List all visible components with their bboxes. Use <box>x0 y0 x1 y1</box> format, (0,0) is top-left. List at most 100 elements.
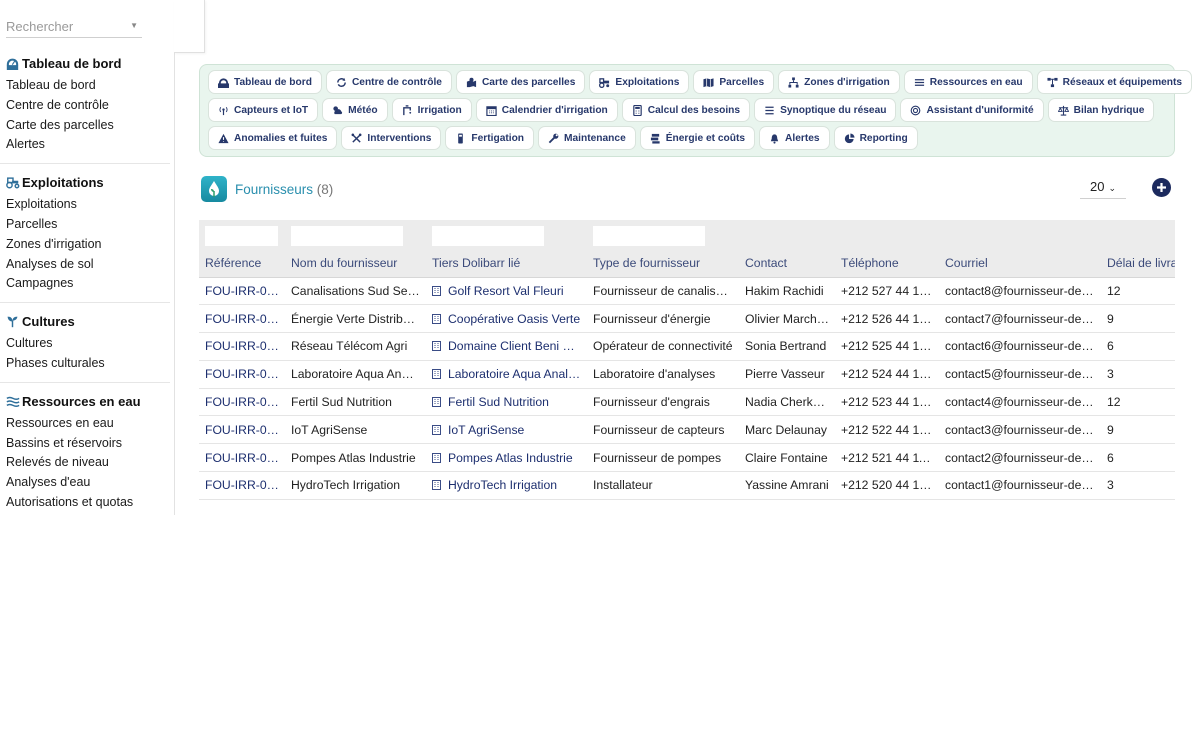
search-box[interactable]: ▼ <box>6 16 142 38</box>
nav-chip-meteo[interactable]: Météo <box>322 98 388 122</box>
tiers-link[interactable]: IoT AgriSense <box>448 423 524 437</box>
cell-tiers[interactable]: Domaine Client Beni Mellal <box>426 332 587 361</box>
column-header-courriel[interactable]: Courriel <box>939 249 1101 278</box>
nav-chip-synoptique-reseau[interactable]: Synoptique du réseau <box>754 98 897 122</box>
sidebar-section-header[interactable]: Tableau de bord <box>6 54 164 73</box>
cell-reference[interactable]: FOU-IRR-0008 <box>199 277 285 306</box>
table-row[interactable]: FOU-IRR-0007 Énergie Verte Distribution Co… <box>199 304 1175 334</box>
nav-chip-centre-de-controle[interactable]: Centre de contrôle <box>325 70 452 94</box>
cell-reference[interactable]: FOU-IRR-0006 <box>199 332 285 361</box>
nav-chip-alertes[interactable]: Alertes <box>759 126 830 150</box>
tiers-link[interactable]: Coopérative Oasis Verte <box>448 312 580 326</box>
nav-chip-maintenance[interactable]: Maintenance <box>538 126 636 150</box>
sidebar-item-carte-des-parcelles[interactable]: Carte des parcelles <box>6 116 164 136</box>
table-row[interactable]: FOU-IRR-0003 IoT AgriSense IoT AgriSense Fo… <box>199 415 1175 445</box>
nav-chip-label: Bilan hydrique <box>1073 104 1145 116</box>
search-input[interactable] <box>6 16 126 36</box>
nav-chip-irrigation[interactable]: Irrigation <box>391 98 472 122</box>
nav-chip-exploitations[interactable]: Exploitations <box>589 70 690 94</box>
broadcast-icon <box>218 105 229 116</box>
nav-chip-reseaux-equipements[interactable]: Réseaux et équipements <box>1036 70 1193 94</box>
table-row[interactable]: FOU-IRR-0001 HydroTech Irrigation HydroTec… <box>199 471 1175 500</box>
sidebar-section-header[interactable]: Exploitations <box>6 173 164 192</box>
cell-telephone: +212 525 44 15 35 <box>835 332 939 361</box>
column-header-delai[interactable]: Délai de livra... <box>1101 249 1175 278</box>
sidebar-item-bassins-reservoirs[interactable]: Bassins et réservoirs <box>6 434 164 454</box>
sidebar-section-header[interactable]: Ressources en eau <box>6 392 164 411</box>
sidebar-item-cultures[interactable]: Cultures <box>6 334 164 354</box>
filter-nom-input[interactable] <box>291 226 403 246</box>
cell-tiers[interactable]: Golf Resort Val Fleuri <box>426 277 587 306</box>
cell-tiers[interactable]: Pompes Atlas Industrie <box>426 443 587 473</box>
cell-reference[interactable]: FOU-IRR-0004 <box>199 388 285 417</box>
cell-tiers[interactable]: IoT AgriSense <box>426 415 587 445</box>
tiers-link[interactable]: HydroTech Irrigation <box>448 478 557 492</box>
sidebar-item-phases-culturales[interactable]: Phases culturales <box>6 354 164 374</box>
cell-reference[interactable]: FOU-IRR-0007 <box>199 304 285 334</box>
column-header-reference[interactable]: Référence <box>199 249 285 278</box>
table-row[interactable]: FOU-IRR-0005 Laboratoire Aqua Analyse Labo… <box>199 360 1175 389</box>
suppliers-table: Référence Nom du fournisseur Tiers Dolib… <box>199 220 1175 500</box>
tiers-link[interactable]: Pompes Atlas Industrie <box>448 451 573 465</box>
nav-chip-capteurs-iot[interactable]: Capteurs et IoT <box>208 98 319 122</box>
table-row[interactable]: FOU-IRR-0002 Pompes Atlas Industrie Pompes… <box>199 443 1175 473</box>
column-header-telephone[interactable]: Téléphone <box>835 249 939 278</box>
filter-reference-input[interactable] <box>205 226 278 246</box>
table-row[interactable]: FOU-IRR-0008 Canalisations Sud Service Gol… <box>199 277 1175 306</box>
table-row[interactable]: FOU-IRR-0004 Fertil Sud Nutrition Fertil S… <box>199 388 1175 417</box>
sidebar-item-exploitations[interactable]: Exploitations <box>6 195 164 215</box>
cell-reference[interactable]: FOU-IRR-0005 <box>199 360 285 389</box>
cell-telephone: +212 523 44 13 33 <box>835 388 939 417</box>
sidebar-item-autorisations-quotas[interactable]: Autorisations et quotas <box>6 493 164 513</box>
sidebar-item-analyses-de-sol[interactable]: Analyses de sol <box>6 255 164 275</box>
sidebar-item-centre-de-controle[interactable]: Centre de contrôle <box>6 96 164 116</box>
tiers-link[interactable]: Laboratoire Aqua Analyse <box>448 367 587 381</box>
nav-chip-assistant-uniformite[interactable]: Assistant d'uniformité <box>900 98 1044 122</box>
building-icon <box>432 313 441 324</box>
column-header-tiers[interactable]: Tiers Dolibarr lié <box>426 249 587 278</box>
cell-reference[interactable]: FOU-IRR-0001 <box>199 471 285 500</box>
sidebar-item-parcelles[interactable]: Parcelles <box>6 215 164 235</box>
cell-tiers[interactable]: Laboratoire Aqua Analyse <box>426 360 587 389</box>
cell-courriel: contact4@fournisseur-demo... <box>939 388 1101 417</box>
sidebar-item-analyses-eau[interactable]: Analyses d'eau <box>6 473 164 493</box>
sidebar-item-alertes[interactable]: Alertes <box>6 135 164 155</box>
cell-reference[interactable]: FOU-IRR-0002 <box>199 443 285 473</box>
cell-tiers[interactable]: Fertil Sud Nutrition <box>426 388 587 417</box>
column-header-type[interactable]: Type de fournisseur <box>587 249 739 278</box>
cell-nom: IoT AgriSense <box>285 415 426 445</box>
sidebar-item-ressources-en-eau[interactable]: Ressources en eau <box>6 414 164 434</box>
nav-chip-zones-irrigation[interactable]: Zones d'irrigation <box>778 70 900 94</box>
nav-chip-energie-couts[interactable]: Énergie et coûts <box>639 126 756 150</box>
tiers-link[interactable]: Golf Resort Val Fleuri <box>448 284 564 298</box>
tiers-link[interactable]: Fertil Sud Nutrition <box>448 395 549 409</box>
nav-chip-ressources-en-eau[interactable]: Ressources en eau <box>903 70 1033 94</box>
nav-chip-interventions[interactable]: Interventions <box>341 126 442 150</box>
sidebar-item-tableau-de-bord[interactable]: Tableau de bord <box>6 76 164 96</box>
cell-reference[interactable]: FOU-IRR-0003 <box>199 415 285 445</box>
chevron-down-icon[interactable]: ▼ <box>130 21 138 30</box>
filter-tiers-input[interactable] <box>432 226 544 246</box>
nav-chip-carte-des-parcelles[interactable]: Carte des parcelles <box>455 70 586 94</box>
cell-tiers[interactable]: Coopérative Oasis Verte <box>426 304 587 334</box>
nav-chip-fertigation[interactable]: Fertigation <box>445 126 535 150</box>
nav-chip-bilan-hydrique[interactable]: Bilan hydrique <box>1047 98 1155 122</box>
column-header-contact[interactable]: Contact <box>739 249 835 278</box>
filter-type-input[interactable] <box>593 226 705 246</box>
nav-chip-anomalies-fuites[interactable]: Anomalies et fuites <box>208 126 338 150</box>
nav-chip-parcelles[interactable]: Parcelles <box>693 70 775 94</box>
nav-chip-reporting[interactable]: Reporting <box>833 126 918 150</box>
sidebar-item-campagnes[interactable]: Campagnes <box>6 274 164 294</box>
column-header-nom[interactable]: Nom du fournisseur <box>285 249 426 278</box>
cell-tiers[interactable]: HydroTech Irrigation <box>426 471 587 500</box>
table-row[interactable]: FOU-IRR-0006 Réseau Télécom Agri Domaine C… <box>199 332 1175 361</box>
nav-chip-calcul-besoins[interactable]: Calcul des besoins <box>621 98 751 122</box>
sidebar-item-releves-de-niveau[interactable]: Relevés de niveau <box>6 453 164 473</box>
add-record-button[interactable] <box>1152 178 1171 197</box>
nav-chip-tableau-de-bord[interactable]: Tableau de bord <box>208 70 322 94</box>
nav-chip-calendrier-irrigation[interactable]: Calendrier d'irrigation <box>475 98 618 122</box>
tiers-link[interactable]: Domaine Client Beni Mellal <box>448 339 587 353</box>
sidebar-item-zones-irrigation[interactable]: Zones d'irrigation <box>6 235 164 255</box>
sidebar-section-header[interactable]: Cultures <box>6 312 164 331</box>
page-size-select[interactable]: 20 ⌄ <box>1080 179 1126 199</box>
